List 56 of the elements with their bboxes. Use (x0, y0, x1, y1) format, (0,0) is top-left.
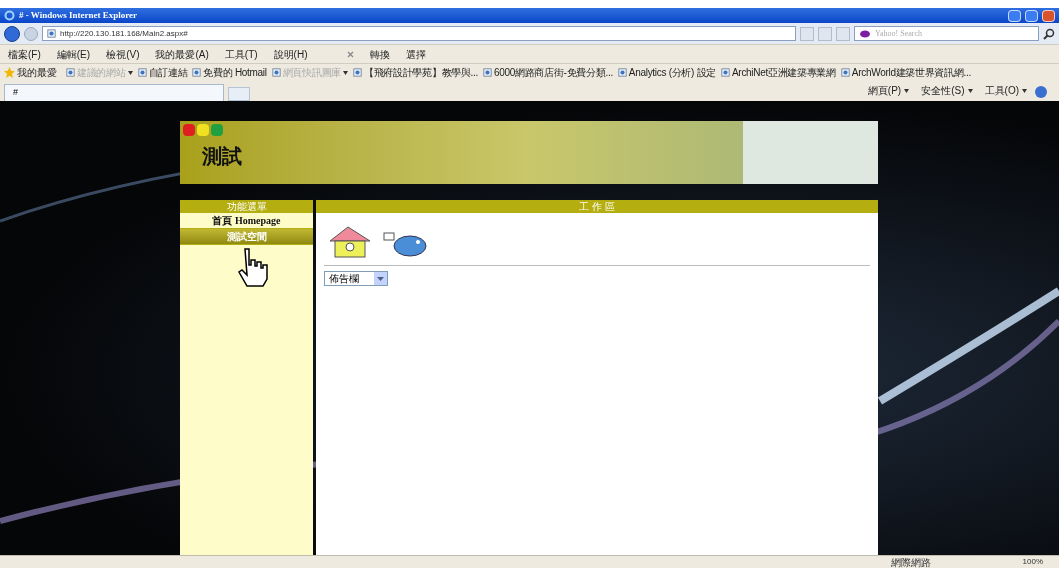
toolbar-button[interactable]: 選擇 (406, 46, 427, 62)
favorite-link[interactable]: 6000網路商店街-免費分類... (483, 65, 613, 80)
address-field[interactable]: http://220.130.181.168/Main2.aspx# (42, 26, 796, 41)
page-icon (617, 68, 627, 77)
menu-item[interactable]: 檢視(V) (106, 46, 140, 62)
hand-cursor-icon (235, 247, 269, 287)
caret-icon (342, 70, 348, 75)
favorite-link[interactable]: Analytics (分析) 設定 (617, 65, 716, 80)
page-icon (840, 68, 850, 77)
browser-logo-icon (4, 10, 15, 21)
command-button[interactable]: 安全性(S) (917, 83, 977, 101)
caret-icon (904, 88, 910, 93)
favorite-link[interactable]: 【飛府設計學苑】教學與... (352, 65, 479, 80)
favorite-link[interactable]: 免費的 Hotmail (192, 65, 267, 80)
star-icon (4, 67, 15, 78)
bird-icon (382, 229, 430, 259)
page-icon (66, 68, 75, 77)
site-title: 測試 (202, 143, 242, 170)
forward-button[interactable] (24, 26, 38, 41)
help-icon[interactable] (1035, 86, 1047, 98)
menu-item[interactable]: 我的最愛(A) (155, 46, 209, 62)
page-icon (47, 29, 56, 38)
workspace-header: 工 作 區 (316, 200, 878, 213)
browser-tab[interactable]: # (4, 84, 224, 101)
page-icon (271, 68, 281, 77)
search-provider-icon (859, 29, 871, 38)
sidebar-header: 功能選單 (180, 200, 313, 213)
caret-icon (127, 70, 133, 75)
menu-item[interactable]: 編輯(E) (56, 46, 91, 62)
favorites-button[interactable]: 我的最愛 (17, 65, 57, 80)
page-icon (483, 68, 493, 77)
favorite-link[interactable]: ArchiNet亞洲建築專業網 (721, 65, 836, 80)
category-dropdown[interactable]: 佈告欄 (324, 271, 388, 286)
menu-item[interactable]: 說明(H) (273, 46, 308, 62)
toolbar-button[interactable]: 轉換 (370, 46, 391, 62)
command-button[interactable]: 網頁(P) (863, 83, 914, 101)
menu-item[interactable]: 檔案(F) (8, 46, 41, 62)
close-button[interactable] (1042, 9, 1055, 22)
favorite-link[interactable]: ArchWorld建築世界資訊網... (840, 65, 971, 80)
page-icon (721, 68, 730, 77)
minimize-button[interactable] (1008, 9, 1021, 22)
favorite-link[interactable]: 自訂連結 (137, 65, 188, 80)
close-icon[interactable] (347, 50, 355, 58)
caret-icon (1022, 88, 1027, 93)
search-icon[interactable] (1043, 27, 1055, 40)
status-zone: 網際網路 (890, 555, 931, 568)
window-title: # - Windows Internet Explorer (19, 8, 137, 22)
caret-icon (967, 88, 973, 93)
menu-item[interactable]: 工具(T) (224, 46, 258, 62)
maximize-button[interactable] (1025, 9, 1038, 22)
page-icon (192, 68, 202, 77)
command-button[interactable]: 工具(O) (980, 83, 1031, 101)
page-icon (352, 68, 362, 77)
zoom-level[interactable]: 100% (1022, 556, 1043, 568)
page-icon (137, 68, 147, 77)
back-button[interactable] (4, 25, 20, 42)
